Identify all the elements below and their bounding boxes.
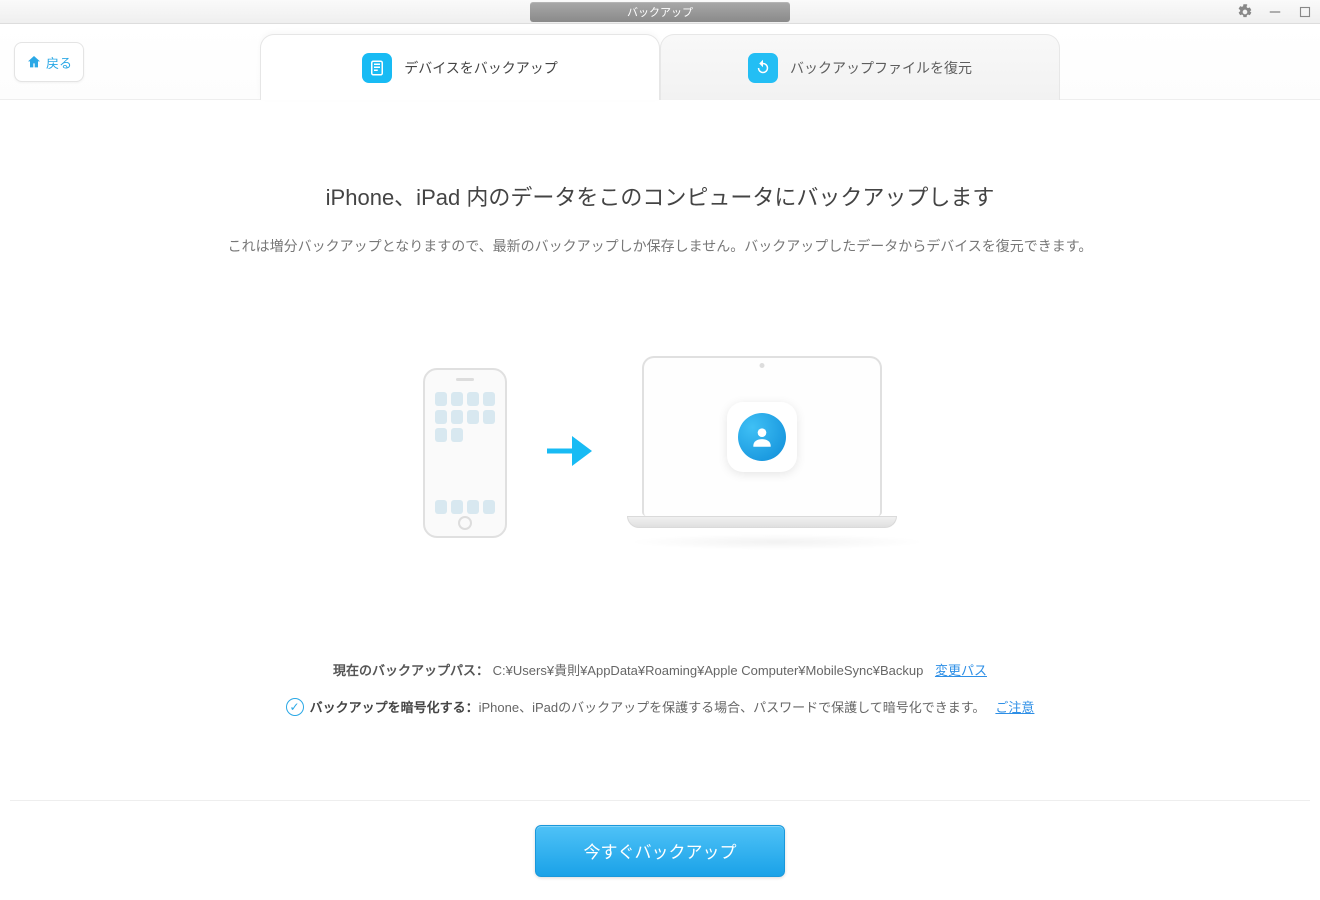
encrypt-description: iPhone、iPadのバックアップを保護する場合、パスワードで保護して暗号化で… — [479, 700, 986, 715]
app-window: バックアップ 戻る デバイスをバックアップ — [0, 0, 1320, 900]
backup-path-label: 現在のバックアップパス： — [333, 663, 489, 678]
main-content: iPhone、iPad 内のデータをこのコンピュータにバックアップします これは… — [10, 100, 1310, 780]
home-icon — [26, 54, 42, 70]
illustration — [10, 356, 1310, 550]
page-subtitle: これは増分バックアップとなりますので、最新のバックアップしか保存しません。バック… — [10, 236, 1310, 256]
phone-illustration — [423, 368, 507, 538]
encrypt-notice-link[interactable]: ご注意 — [995, 697, 1034, 716]
backup-path-row: 現在のバックアップパス： C:¥Users¥貴則¥AppData¥Roaming… — [10, 660, 1310, 679]
maximize-icon[interactable] — [1296, 3, 1314, 21]
arrow-right-icon — [537, 421, 597, 486]
encrypt-checkbox[interactable]: ✓ — [286, 698, 304, 716]
tab-strip: デバイスをバックアップ バックアップファイルを復元 — [260, 34, 1060, 100]
page-title: iPhone、iPad 内のデータをこのコンピュータにバックアップします — [10, 180, 1310, 212]
titlebar: バックアップ — [0, 0, 1320, 24]
encrypt-label: バックアップを暗号化する： — [310, 700, 479, 715]
titlebar-label: バックアップ — [530, 2, 790, 22]
tab-label: デバイスをバックアップ — [404, 58, 558, 78]
change-path-link[interactable]: 変更パス — [935, 663, 987, 678]
back-button[interactable]: 戻る — [14, 42, 84, 82]
laptop-illustration — [627, 356, 897, 550]
tab-label: バックアップファイルを復元 — [790, 58, 972, 78]
footer: 今すぐバックアップ — [10, 800, 1310, 900]
backup-now-button[interactable]: 今すぐバックアップ — [535, 825, 785, 877]
minimize-icon[interactable] — [1266, 3, 1284, 21]
tab-restore-backup[interactable]: バックアップファイルを復元 — [660, 34, 1060, 100]
app-badge — [727, 402, 797, 472]
header: 戻る デバイスをバックアップ バックアップファイルを復元 — [0, 24, 1320, 100]
person-icon — [738, 413, 786, 461]
back-label: 戻る — [46, 53, 72, 72]
tab-backup-device[interactable]: デバイスをバックアップ — [260, 34, 660, 100]
backup-path-value: C:¥Users¥貴則¥AppData¥Roaming¥Apple Comput… — [493, 663, 924, 678]
encrypt-row: ✓ バックアップを暗号化する：iPhone、iPadのバックアップを保護する場合… — [10, 697, 1310, 716]
restore-icon — [748, 53, 778, 83]
gear-icon[interactable] — [1236, 3, 1254, 21]
backup-icon — [362, 53, 392, 83]
